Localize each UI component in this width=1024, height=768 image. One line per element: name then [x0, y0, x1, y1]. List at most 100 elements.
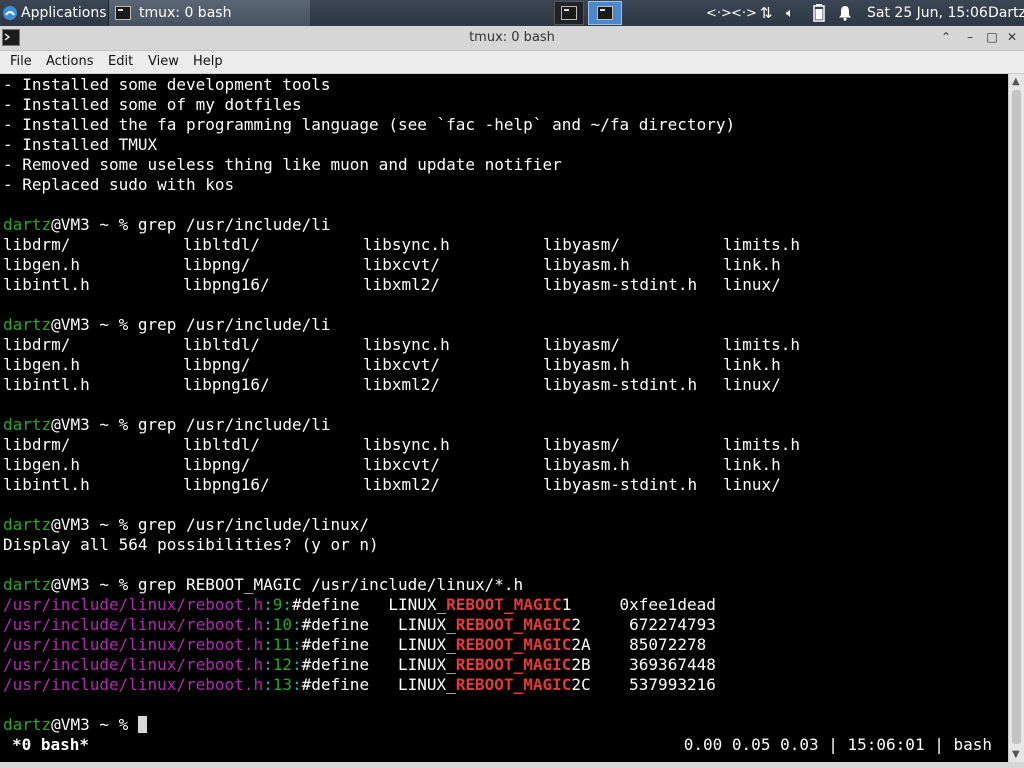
menu-help[interactable]: Help — [193, 54, 223, 69]
listing-cell: libpng/ — [183, 455, 251, 474]
output-line: - Installed some development tools — [3, 75, 331, 94]
user-menu[interactable]: Dartz — [988, 0, 1024, 26]
listing-cell: libpng16/ — [183, 275, 270, 294]
battery-icon[interactable] — [813, 0, 825, 26]
tmux-window-indicator[interactable]: *0 bash* — [12, 734, 89, 756]
minimize-button[interactable]: – — [962, 29, 978, 45]
listing-cell: libdrm/ — [3, 235, 71, 254]
prompt-line: dartz@VM3 ~ % grep REBOOT_MAGIC /usr/inc… — [3, 575, 523, 595]
listing-cell: libxcvt/ — [363, 255, 441, 274]
listing-cell: libintl.h — [3, 475, 90, 494]
listing-cell: libyasm.h — [543, 455, 630, 474]
workspace-1-button[interactable] — [554, 1, 584, 25]
listing-cell: libgen.h — [3, 255, 81, 274]
command: grep /usr/include/li — [137, 215, 331, 234]
listing-cell: libyasm/ — [543, 235, 621, 254]
window-title: tmux: 0 bash — [469, 30, 555, 45]
listing-row: libdrm/ libltdl/ libsync.h libyasm/ limi… — [3, 235, 1003, 255]
listing-cell: libxcvt/ — [363, 355, 441, 374]
listing-cell: linux/ — [723, 275, 781, 294]
listing-cell: libltdl/ — [183, 435, 261, 454]
prompt-host: @VM3 ~ % — [51, 415, 138, 434]
prompt-host: @VM3 ~ % — [51, 215, 138, 234]
prompt-line: dartz@VM3 ~ % grep /usr/include/linux/ — [3, 515, 369, 535]
menu-actions[interactable]: Actions — [46, 54, 94, 69]
result-pre: #define LINUX_ — [301, 655, 456, 674]
prompt-line: dartz@VM3 ~ % — [3, 715, 147, 735]
scroll-up-icon[interactable]: ▲ — [1012, 76, 1020, 87]
listing-cell: libxml2/ — [363, 475, 441, 494]
result-line-number: 10 — [272, 615, 292, 634]
listing-cell: libxcvt/ — [363, 455, 441, 474]
prompt-host: @VM3 ~ % — [51, 575, 138, 594]
applications-menu[interactable]: Applications — [0, 0, 108, 26]
transfer-icon[interactable]: ⇅ — [760, 0, 773, 26]
listing-cell: libyasm/ — [543, 335, 621, 354]
scrollbar-thumb[interactable] — [1012, 90, 1021, 744]
listing-cell: libyasm-stdint.h — [543, 275, 698, 294]
network-icon[interactable]: <·> — [706, 0, 732, 26]
menu-bar: File Actions Edit View Help — [0, 51, 1024, 74]
result-line-number: 13 — [272, 675, 292, 694]
listing-cell: libintl.h — [3, 375, 90, 394]
result-post: 2A 85072278 — [571, 635, 707, 654]
listing-cell: libsync.h — [363, 335, 450, 354]
close-button[interactable]: ✕ — [1004, 29, 1020, 45]
workspace-2-button[interactable] — [588, 1, 622, 25]
terminal-area[interactable]: - Installed some development tools - Ins… — [0, 74, 1008, 762]
listing-cell: libintl.h — [3, 275, 90, 294]
volume-icon[interactable]: 🔈︎ — [786, 0, 794, 26]
listing-cell: libgen.h — [3, 455, 81, 474]
terminal-scrollbar[interactable]: ▲ ▼ — [1008, 74, 1024, 762]
listing-cell: libpng/ — [183, 255, 251, 274]
grep-result-line: /usr/include/linux/reboot.h:9:#define LI… — [3, 595, 716, 614]
listing-cell: libyasm-stdint.h — [543, 375, 698, 394]
terminal-icon — [561, 6, 577, 20]
scroll-down-icon[interactable]: ▼ — [1012, 749, 1020, 760]
tmux-status-bar: *0 bash* 0.00 0.05 0.03 | 15:06:01 | bas… — [0, 734, 1008, 762]
listing-cell: libsync.h — [363, 235, 450, 254]
applications-label: Applications — [21, 5, 107, 21]
prompt-line: dartz@VM3 ~ % grep /usr/include/li — [3, 315, 331, 335]
menu-edit[interactable]: Edit — [108, 54, 133, 69]
listing-cell: libyasm/ — [543, 435, 621, 454]
clock[interactable]: Sat 25 Jun, 15:06 — [867, 0, 988, 26]
tmux-status-info: 0.00 0.05 0.03 | 15:06:01 | bash — [683, 735, 992, 754]
network-icon[interactable]: <·> — [731, 0, 757, 26]
taskbar-item-label: tmux: 0 bash — [139, 5, 232, 21]
maximize-button[interactable]: □ — [984, 29, 1000, 45]
menu-view[interactable]: View — [148, 54, 179, 69]
grep-result-line: /usr/include/linux/reboot.h:10:#define L… — [3, 615, 716, 634]
menu-file[interactable]: File — [10, 54, 32, 69]
result-pre: #define LINUX_ — [301, 675, 456, 694]
result-match: REBOOT_MAGIC — [446, 595, 562, 614]
prompt-user: dartz — [3, 715, 52, 734]
listing-row: libgen.h libpng/ libxcvt/ libyasm.h link… — [3, 355, 1003, 375]
listing-cell: libdrm/ — [3, 435, 71, 454]
listing-row: libintl.h libpng16/ libxml2/ libyasm-std… — [3, 475, 1003, 495]
output-line: - Removed some useless thing like muon a… — [3, 155, 562, 174]
result-path: /usr/include/linux/reboot.h — [3, 635, 264, 654]
output-line: - Replaced sudo with kos — [3, 175, 235, 194]
result-match: REBOOT_MAGIC — [455, 635, 572, 654]
result-pre: #define LINUX_ — [301, 615, 456, 634]
listing-cell: limits.h — [723, 235, 801, 254]
listing-cell: libltdl/ — [183, 335, 261, 354]
window-titlebar[interactable]: tmux: 0 bash ⌃ – □ ✕ — [0, 26, 1024, 51]
listing-cell: limits.h — [723, 435, 801, 454]
taskbar-item-tmux[interactable]: tmux: 0 bash — [108, 0, 310, 26]
command: grep /usr/include/linux/ — [137, 515, 370, 534]
listing-cell: libpng16/ — [183, 475, 270, 494]
result-pre: #define LINUX_ — [292, 595, 447, 614]
notification-bell-icon[interactable] — [838, 0, 852, 26]
output-line: - Installed some of my dotfiles — [3, 95, 302, 114]
listing-cell: linux/ — [723, 475, 781, 494]
listing-cell: linux/ — [723, 375, 781, 394]
prompt-line: dartz@VM3 ~ % grep /usr/include/li — [3, 415, 331, 435]
chevron-up-icon[interactable]: ⌃ — [938, 29, 954, 45]
output-line: Display all 564 possibilities? (y or n) — [3, 535, 379, 554]
listing-row: libgen.h libpng/ libxcvt/ libyasm.h link… — [3, 255, 1003, 275]
result-match: REBOOT_MAGIC — [455, 615, 572, 634]
listing-cell: libltdl/ — [183, 235, 261, 254]
result-path: /usr/include/linux/reboot.h — [3, 595, 264, 614]
